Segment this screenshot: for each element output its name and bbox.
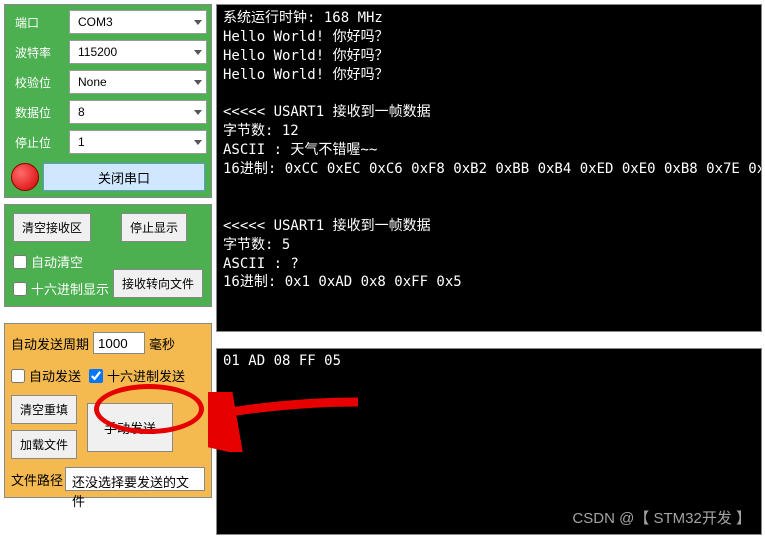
auto-send-period-label: 自动发送周期: [11, 334, 89, 353]
load-file-button[interactable]: 加载文件: [11, 430, 77, 459]
chevron-down-icon: [194, 50, 202, 55]
send-panel: 自动发送周期 毫秒 自动发送 十六进制发送 清空重填 加载文件 手动发送 文件路…: [4, 323, 212, 498]
stop-display-button[interactable]: 停止显示: [121, 213, 187, 242]
stopbits-select[interactable]: 1: [69, 130, 207, 154]
auto-send-period-input[interactable]: [93, 332, 145, 354]
parity-select[interactable]: None: [69, 70, 207, 94]
receive-to-file-button[interactable]: 接收转向文件: [113, 269, 203, 298]
chevron-down-icon: [194, 80, 202, 85]
hex-send-checkbox[interactable]: 十六进制发送: [89, 366, 185, 385]
chevron-down-icon: [194, 110, 202, 115]
receive-panel: 清空接收区 停止显示 自动清空 十六进制显示 接收转向文件: [4, 204, 212, 307]
status-indicator: [11, 163, 39, 191]
auto-clear-checkbox[interactable]: 自动清空: [13, 252, 109, 271]
receive-terminal: 系统运行时钟: 168 MHz Hello World! 你好吗？ Hello …: [216, 4, 762, 332]
period-unit-label: 毫秒: [149, 334, 175, 353]
clear-receive-button[interactable]: 清空接收区: [13, 213, 91, 242]
close-port-button[interactable]: 关闭串口: [43, 163, 205, 191]
parity-label: 校验位: [9, 74, 69, 91]
send-terminal[interactable]: 01 AD 08 FF 05 CSDN @【 STM32开发 】: [216, 348, 762, 535]
file-path-display: 还没选择要发送的文件: [65, 467, 205, 491]
chevron-down-icon: [194, 20, 202, 25]
clear-fill-button[interactable]: 清空重填: [11, 395, 77, 424]
baud-select[interactable]: 115200: [69, 40, 207, 64]
hex-display-checkbox[interactable]: 十六进制显示: [13, 279, 109, 298]
baud-label: 波特率: [9, 44, 69, 61]
manual-send-button[interactable]: 手动发送: [87, 403, 173, 452]
chevron-down-icon: [194, 140, 202, 145]
file-path-label: 文件路径: [11, 470, 63, 489]
connection-panel: 端口 COM3 波特率 115200 校验位 None 数据位 8 停止位 1 …: [4, 4, 212, 198]
port-select[interactable]: COM3: [69, 10, 207, 34]
databits-label: 数据位: [9, 104, 69, 121]
stopbits-label: 停止位: [9, 134, 69, 151]
databits-select[interactable]: 8: [69, 100, 207, 124]
watermark: CSDN @【 STM32开发 】: [572, 507, 751, 528]
port-label: 端口: [9, 14, 69, 31]
auto-send-checkbox[interactable]: 自动发送: [11, 366, 81, 385]
